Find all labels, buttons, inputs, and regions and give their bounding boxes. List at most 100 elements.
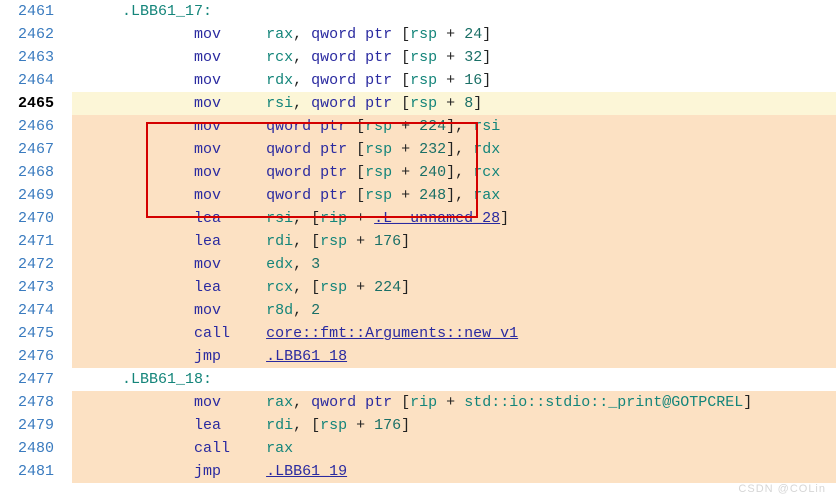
token-mn: ptr <box>320 118 347 135</box>
token-fn: .L__unnamed_28 <box>374 210 500 227</box>
line-number[interactable]: 2478 <box>0 391 72 414</box>
token-text <box>86 256 194 273</box>
line-number[interactable]: 2476 <box>0 345 72 368</box>
token-fn: .LBB61_19 <box>266 463 347 480</box>
token-rg: rax <box>266 394 293 411</box>
line-number[interactable]: 2471 <box>0 230 72 253</box>
line-number[interactable]: 2474 <box>0 299 72 322</box>
code-row[interactable]: 2465 mov rsi, qword ptr [rsp + 8] <box>0 92 836 115</box>
gutter <box>72 368 84 391</box>
code-cell[interactable]: mov rax, qword ptr [rsp + 24] <box>84 23 836 46</box>
code-row[interactable]: 2469 mov qword ptr [rsp + 248], rax <box>0 184 836 207</box>
code-cell[interactable]: .LBB61_18: <box>84 368 836 391</box>
code-row[interactable]: 2471 lea rdi, [rsp + 176] <box>0 230 836 253</box>
line-number[interactable]: 2466 <box>0 115 72 138</box>
code-cell[interactable]: jmp .LBB61_18 <box>84 345 836 368</box>
code-cell[interactable]: call rax <box>84 437 836 460</box>
code-row[interactable]: 2480 call rax <box>0 437 836 460</box>
code-cell[interactable]: lea rcx, [rsp + 224] <box>84 276 836 299</box>
code-row[interactable]: 2463 mov rcx, qword ptr [rsp + 32] <box>0 46 836 69</box>
code-cell[interactable]: .LBB61_17: <box>84 0 836 23</box>
code-row[interactable]: 2464 mov rdx, qword ptr [rsp + 16] <box>0 69 836 92</box>
code-row[interactable]: 2466 mov qword ptr [rsp + 224], rsi <box>0 115 836 138</box>
token-mn: qword <box>266 187 311 204</box>
line-number[interactable]: 2469 <box>0 184 72 207</box>
token-text: ] <box>401 279 410 296</box>
line-number[interactable]: 2467 <box>0 138 72 161</box>
token-rg: rcx <box>266 49 293 66</box>
line-number[interactable]: 2480 <box>0 437 72 460</box>
code-row[interactable]: 2470 lea rsi, [rip + .L__unnamed_28] <box>0 207 836 230</box>
code-row[interactable]: 2462 mov rax, qword ptr [rsp + 24] <box>0 23 836 46</box>
code-row[interactable]: 2472 mov edx, 3 <box>0 253 836 276</box>
token-mn: mov <box>194 72 221 89</box>
token-rg: rax <box>266 440 293 457</box>
token-lbl: .LBB61_17: <box>122 3 212 20</box>
token-text: [ <box>392 394 410 411</box>
token-text: , <box>293 49 311 66</box>
token-text: ], <box>446 141 473 158</box>
code-cell[interactable]: call core::fmt::Arguments::new_v1 <box>84 322 836 345</box>
code-cell[interactable]: mov qword ptr [rsp + 248], rax <box>84 184 836 207</box>
token-mn: lea <box>194 233 221 250</box>
line-number[interactable]: 2472 <box>0 253 72 276</box>
line-number[interactable]: 2475 <box>0 322 72 345</box>
code-row[interactable]: 2477 .LBB61_18: <box>0 368 836 391</box>
code-row[interactable]: 2473 lea rcx, [rsp + 224] <box>0 276 836 299</box>
code-row[interactable]: 2479 lea rdi, [rsp + 176] <box>0 414 836 437</box>
code-row[interactable]: 2467 mov qword ptr [rsp + 232], rdx <box>0 138 836 161</box>
token-text <box>356 95 365 112</box>
token-lbl: .LBB61_18: <box>122 371 212 388</box>
token-text <box>221 463 266 480</box>
line-number[interactable]: 2462 <box>0 23 72 46</box>
token-num: 32 <box>464 49 482 66</box>
token-text: ], <box>446 164 473 181</box>
token-num: 232 <box>419 141 446 158</box>
line-number[interactable]: 2479 <box>0 414 72 437</box>
code-row[interactable]: 2468 mov qword ptr [rsp + 240], rcx <box>0 161 836 184</box>
code-row[interactable]: 2475 call core::fmt::Arguments::new_v1 <box>0 322 836 345</box>
code-cell[interactable]: mov edx, 3 <box>84 253 836 276</box>
code-row[interactable]: 2481 jmp .LBB61_19 <box>0 460 836 483</box>
token-text <box>86 118 194 135</box>
code-row[interactable]: 2476 jmp .LBB61_18 <box>0 345 836 368</box>
gutter <box>72 138 84 161</box>
code-cell[interactable]: mov qword ptr [rsp + 232], rdx <box>84 138 836 161</box>
token-text <box>86 141 194 158</box>
code-row[interactable]: 2478 mov rax, qword ptr [rip + std::io::… <box>0 391 836 414</box>
line-number[interactable]: 2470 <box>0 207 72 230</box>
line-number[interactable]: 2477 <box>0 368 72 391</box>
code-cell[interactable]: mov rdx, qword ptr [rsp + 16] <box>84 69 836 92</box>
code-row[interactable]: 2461 .LBB61_17: <box>0 0 836 23</box>
token-text <box>86 302 194 319</box>
code-cell[interactable]: jmp .LBB61_19 <box>84 460 836 483</box>
code-cell[interactable]: lea rdi, [rsp + 176] <box>84 414 836 437</box>
line-number[interactable]: 2463 <box>0 46 72 69</box>
token-text <box>86 417 194 434</box>
code-cell[interactable]: mov rsi, qword ptr [rsp + 8] <box>84 92 836 115</box>
gutter <box>72 276 84 299</box>
token-rg: rsp <box>320 233 347 250</box>
code-cell[interactable]: lea rsi, [rip + .L__unnamed_28] <box>84 207 836 230</box>
code-cell[interactable]: mov r8d, 2 <box>84 299 836 322</box>
line-number[interactable]: 2468 <box>0 161 72 184</box>
token-text <box>86 95 194 112</box>
line-number[interactable]: 2465 <box>0 92 72 115</box>
code-cell[interactable]: lea rdi, [rsp + 176] <box>84 230 836 253</box>
code-cell[interactable]: mov rcx, qword ptr [rsp + 32] <box>84 46 836 69</box>
code-cell[interactable]: mov rax, qword ptr [rip + std::io::stdio… <box>84 391 836 414</box>
token-text: + <box>392 164 419 181</box>
token-text <box>86 3 122 20</box>
code-cell[interactable]: mov qword ptr [rsp + 240], rcx <box>84 161 836 184</box>
token-text: + <box>437 26 464 43</box>
token-text <box>221 95 266 112</box>
token-text: + <box>437 49 464 66</box>
line-number[interactable]: 2481 <box>0 460 72 483</box>
token-text: , <box>293 394 311 411</box>
line-number[interactable]: 2464 <box>0 69 72 92</box>
code-cell[interactable]: mov qword ptr [rsp + 224], rsi <box>84 115 836 138</box>
line-number[interactable]: 2473 <box>0 276 72 299</box>
gutter <box>72 23 84 46</box>
line-number[interactable]: 2461 <box>0 0 72 23</box>
code-row[interactable]: 2474 mov r8d, 2 <box>0 299 836 322</box>
